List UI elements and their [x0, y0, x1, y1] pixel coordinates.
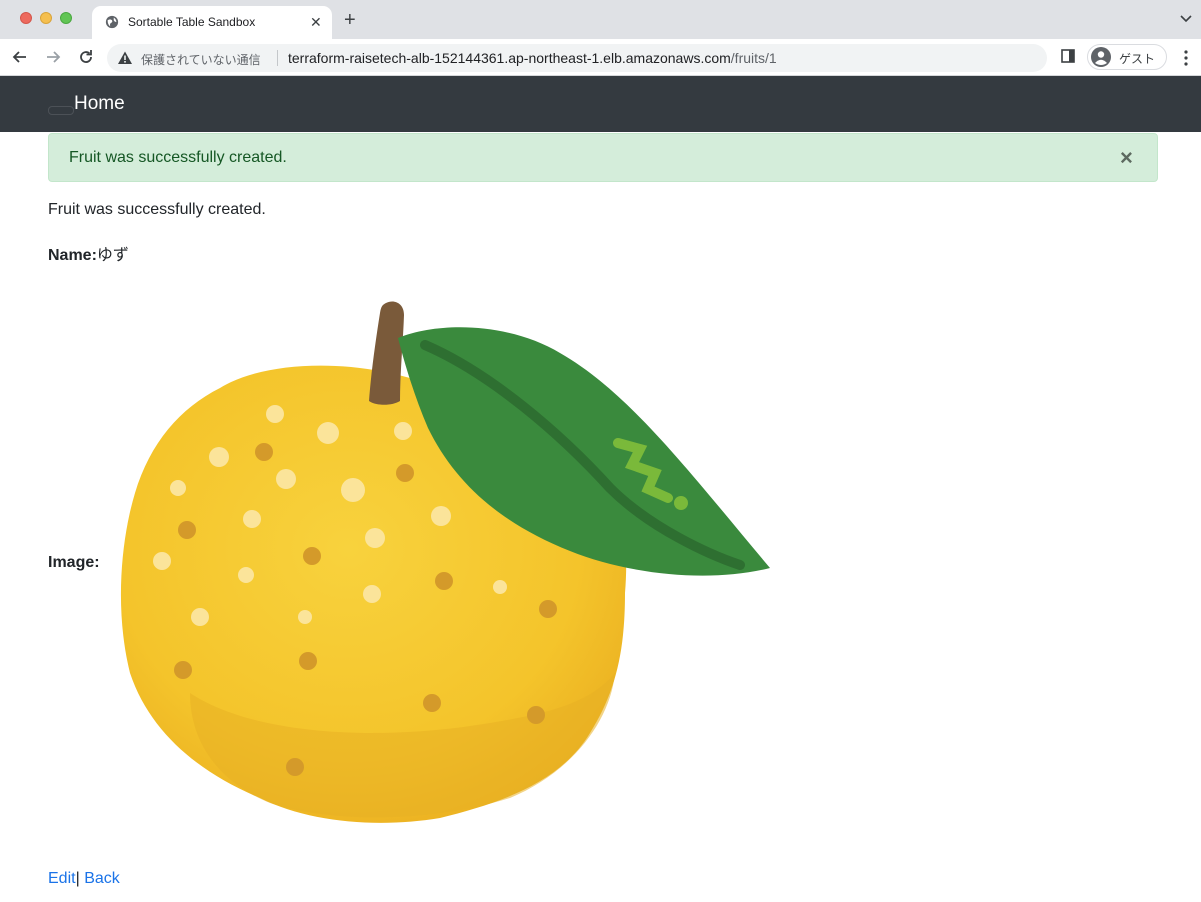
maximize-window-button[interactable] [60, 12, 72, 24]
home-link[interactable]: Home [74, 93, 125, 115]
side-panel-icon[interactable] [1061, 49, 1075, 63]
success-alert: Fruit was successfully created. × [48, 133, 1158, 182]
back-link[interactable]: Back [84, 870, 120, 887]
chevron-down-icon[interactable] [1178, 10, 1194, 26]
image-label: Image: [48, 554, 100, 571]
site-navbar: Home [0, 76, 1201, 132]
plus-icon[interactable]: + [344, 10, 356, 30]
browser-toolbar: 保護されていない通信 terraform-raisetech-alb-15214… [0, 39, 1201, 76]
browser-tab-strip: Sortable Table Sandbox ✕ + [0, 0, 1201, 39]
minimize-window-button[interactable] [40, 12, 52, 24]
url-path: /fruits/1 [730, 50, 777, 66]
close-icon[interactable]: ✕ [310, 13, 322, 31]
name-value: ゆず [96, 247, 129, 264]
reload-icon[interactable] [76, 47, 96, 67]
url-host: terraform-raisetech-alb-152144361.ap-nor… [288, 50, 731, 66]
profile-avatar-icon [1091, 47, 1111, 67]
close-window-button[interactable] [20, 12, 32, 24]
action-links: Edit| Back [48, 870, 120, 888]
omnibox-divider [277, 50, 278, 66]
back-arrow-icon[interactable] [10, 47, 30, 67]
url-text[interactable]: terraform-raisetech-alb-152144361.ap-nor… [288, 50, 777, 66]
tab-title: Sortable Table Sandbox [128, 15, 256, 29]
profile-button[interactable]: ゲスト [1087, 44, 1167, 70]
fruit-name-row: Name:ゆず [48, 241, 129, 265]
name-label: Name: [48, 247, 97, 264]
alert-close-button[interactable]: × [1120, 147, 1133, 169]
forward-arrow-icon[interactable] [43, 47, 63, 67]
globe-icon [105, 15, 119, 29]
edit-link[interactable]: Edit [48, 870, 76, 887]
warning-icon[interactable] [117, 50, 133, 66]
links-separator: | [75, 870, 80, 887]
yuzu-image [120, 301, 770, 823]
profile-label: ゲスト [1119, 52, 1156, 66]
browser-tab[interactable]: Sortable Table Sandbox ✕ [92, 6, 332, 39]
security-status-text[interactable]: 保護されていない通信 [141, 51, 261, 68]
notice-text: Fruit was successfully created. [48, 201, 266, 218]
navbar-toggler-button[interactable] [48, 106, 74, 115]
alert-message: Fruit was successfully created. [69, 149, 287, 166]
more-vertical-icon[interactable] [1180, 49, 1192, 67]
address-bar[interactable]: 保護されていない通信 terraform-raisetech-alb-15214… [107, 44, 1047, 72]
